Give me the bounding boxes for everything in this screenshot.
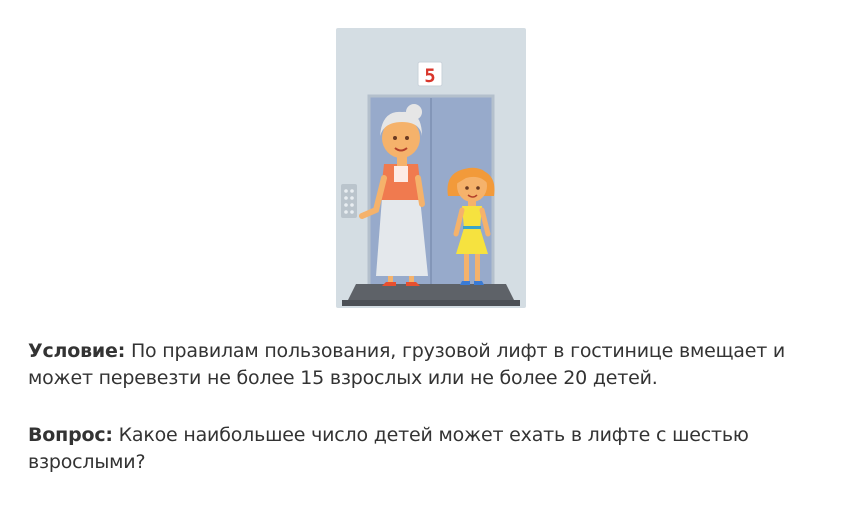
question-paragraph: Вопрос: Какое наибольшее число детей мож… [28, 422, 838, 476]
elevator-button-panel [341, 184, 357, 218]
condition-text: По правилам пользования, грузовой лифт в… [28, 340, 786, 389]
condition-paragraph: Условие: По правилам пользования, грузов… [28, 338, 838, 392]
floor-indicator: 5 [417, 61, 443, 87]
floor-number: 5 [424, 65, 435, 87]
elevator-illustration: 5 [336, 28, 526, 308]
condition-label: Условие: [28, 340, 126, 362]
question-text: Какое наибольшее число детей может ехать… [28, 424, 749, 473]
elevator-floor [348, 284, 514, 300]
question-label: Вопрос: [28, 424, 113, 446]
